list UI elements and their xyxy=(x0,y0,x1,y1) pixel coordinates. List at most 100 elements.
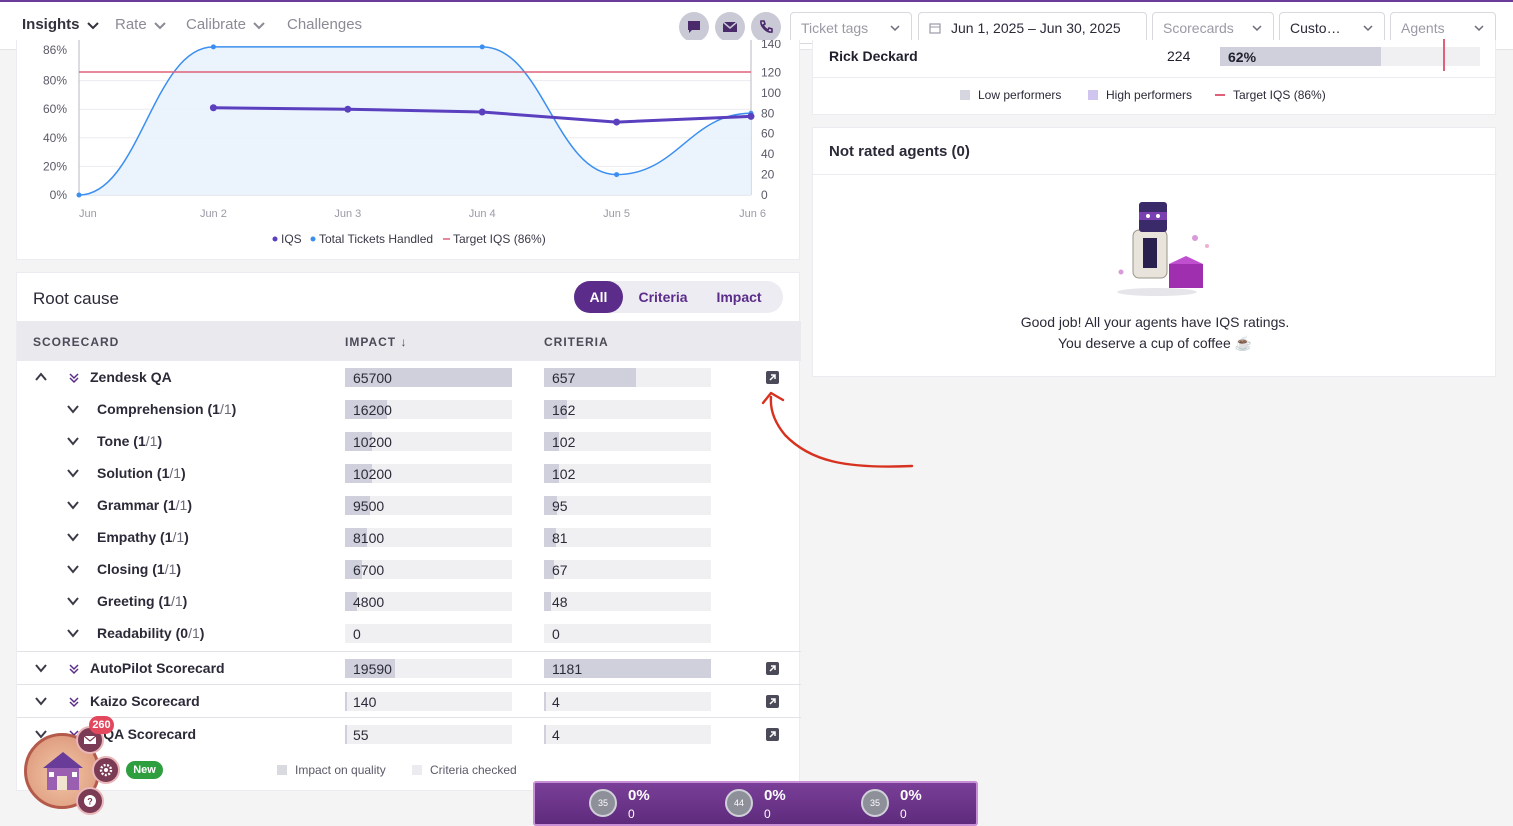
criterion-row[interactable]: Tone (1/1) 10200 102 xyxy=(17,425,801,457)
chevron-down-icon[interactable] xyxy=(66,498,80,512)
tickets-point xyxy=(76,192,82,198)
root-cause-table-header: SCORECARD IMPACT ↓ CRITERIA xyxy=(17,321,801,361)
chevron-down-icon[interactable] xyxy=(66,466,80,480)
scorecard-row[interactable]: Zendesk QA 65700 657 xyxy=(17,361,801,394)
toggle-impact[interactable]: Impact xyxy=(704,281,774,313)
new-badge: New xyxy=(126,761,163,779)
chevron-up-icon[interactable] xyxy=(34,370,48,384)
tab-challenges[interactable]: Challenges xyxy=(287,16,362,33)
x-tick-label: Jun 6 xyxy=(739,208,766,220)
double-chevron-icon[interactable] xyxy=(68,662,80,675)
toggle-criteria[interactable]: Criteria xyxy=(630,281,696,313)
chevron-down-icon[interactable] xyxy=(66,434,80,448)
chevron-down-icon[interactable] xyxy=(66,594,80,608)
criterion-row[interactable]: Comprehension (1/1) 16200 162 xyxy=(17,393,801,425)
x-tick-label: Jun 5 xyxy=(603,208,630,220)
toggle-all[interactable]: All xyxy=(574,281,623,313)
legend-swatch xyxy=(960,90,970,100)
chevron-down-icon[interactable] xyxy=(34,661,48,675)
bar-track: 0 xyxy=(345,624,512,643)
column-criteria[interactable]: CRITERIA xyxy=(544,335,609,349)
criterion-row[interactable]: Greeting (1/1) 4800 48 xyxy=(17,585,801,617)
legend-label: Impact on quality xyxy=(295,763,386,777)
gear-icon xyxy=(99,763,113,777)
external-link-icon xyxy=(769,698,776,705)
bar-track: 4 xyxy=(544,725,711,744)
y-tick-label-left: 40% xyxy=(43,131,67,145)
tab-rate[interactable]: Rate xyxy=(115,16,167,33)
criterion-row[interactable]: Grammar (1/1) 9500 95 xyxy=(17,489,801,521)
bar-track: 19590 xyxy=(345,659,512,678)
phone-channel-button[interactable] xyxy=(751,12,781,42)
custom-filter-label: Custo… xyxy=(1290,20,1341,36)
bar-value: 140 xyxy=(353,694,377,710)
criterion-row[interactable]: Solution (1/1) 10200 102 xyxy=(17,457,801,489)
bar-fill xyxy=(544,692,546,711)
double-chevron-icon[interactable] xyxy=(68,695,80,708)
criterion-name: Readability (0/1) xyxy=(97,625,205,641)
tab-insights-label: Insights xyxy=(22,16,80,33)
criterion-row[interactable]: Readability (0/1) 0 0 xyxy=(17,617,801,649)
bar-value: 102 xyxy=(552,466,576,482)
calendar-icon xyxy=(929,23,941,34)
open-scorecard-button[interactable] xyxy=(766,728,779,741)
target-iqs-marker xyxy=(1443,39,1445,71)
criterion-rated: 1 xyxy=(212,401,220,417)
bar-value: 0 xyxy=(353,626,361,642)
open-scorecard-button[interactable] xyxy=(766,695,779,708)
not-rated-title: Not rated agents (0) xyxy=(829,143,970,160)
chevron-down-icon[interactable] xyxy=(66,562,80,576)
open-scorecard-button[interactable] xyxy=(766,662,779,675)
tickets-point xyxy=(210,44,216,50)
criterion-total: 1 xyxy=(174,593,183,609)
criterion-row[interactable]: Closing (1/1) 6700 67 xyxy=(17,553,801,585)
scorecard-row[interactable]: Kaizo Scorecard 140 4 xyxy=(17,684,801,717)
x-tick-label: Jun 2 xyxy=(200,208,227,220)
agent-name[interactable]: Rick Deckard xyxy=(829,48,918,64)
trophy-icon: 35 xyxy=(861,789,889,817)
game-help-button[interactable]: ? xyxy=(76,787,104,815)
tab-insights[interactable]: Insights xyxy=(22,16,100,33)
ninja-mascot-illustration xyxy=(1117,202,1209,296)
double-chevron-icon[interactable] xyxy=(68,371,80,384)
game-settings-button[interactable] xyxy=(92,756,120,784)
agent-iqs-value: 62% xyxy=(1228,49,1257,65)
chat-channel-button[interactable] xyxy=(679,12,709,42)
open-scorecard-button[interactable] xyxy=(766,371,779,384)
date-range-label: Jun 1, 2025 – Jun 30, 2025 xyxy=(951,20,1121,36)
y-tick-label-right: 40 xyxy=(761,147,775,161)
bar-value: 81 xyxy=(552,530,568,546)
email-channel-button[interactable] xyxy=(715,12,745,42)
chevron-down-icon[interactable] xyxy=(34,694,48,708)
chevron-down-icon[interactable] xyxy=(66,402,80,416)
legend-swatch xyxy=(1088,90,1098,100)
criterion-name: Closing (1/1) xyxy=(97,561,182,577)
challenge-count: 0 xyxy=(764,807,771,821)
challenge-progress-bar[interactable]: 35 0% 0 44 0% 0 35 0% 0 xyxy=(533,781,978,826)
bar-track: 162 xyxy=(544,400,711,419)
column-impact[interactable]: IMPACT ↓ xyxy=(345,335,407,349)
criterion-row[interactable]: Empathy (1/1) 8100 81 xyxy=(17,521,801,553)
x-tick-label: Jun 4 xyxy=(469,208,496,220)
bar-track: 4 xyxy=(544,692,711,711)
scorecard-name: AutoPilot Scorecard xyxy=(90,660,225,676)
scorecard-row[interactable]: AutoPilot Scorecard 19590 1181 xyxy=(17,651,801,684)
bar-track: 67 xyxy=(544,560,711,579)
criterion-total: 1 xyxy=(191,625,200,641)
bar-value: 657 xyxy=(552,370,576,386)
legend-low-performers: Low performers xyxy=(960,88,1061,102)
bar-track: 657 xyxy=(544,368,711,387)
iqs-point xyxy=(209,104,217,112)
column-scorecard[interactable]: SCORECARD xyxy=(33,335,119,349)
chevron-down-icon[interactable] xyxy=(66,530,80,544)
legend-label: IQS xyxy=(281,232,302,246)
not-rated-agents-card: Not rated agents (0) Good job! All your … xyxy=(812,127,1497,377)
trophy-icon: 44 xyxy=(725,789,753,817)
criterion-rated: 1 xyxy=(167,497,176,513)
scorecard-row[interactable]: toQA Scorecard 55 4 xyxy=(17,717,801,750)
bar-track: 9500 xyxy=(345,496,512,515)
y-tick-label-left-partial: 86% xyxy=(43,43,67,57)
tab-calibrate[interactable]: Calibrate xyxy=(186,16,266,33)
chevron-down-icon[interactable] xyxy=(66,626,80,640)
chevron-down-icon xyxy=(1363,25,1373,32)
